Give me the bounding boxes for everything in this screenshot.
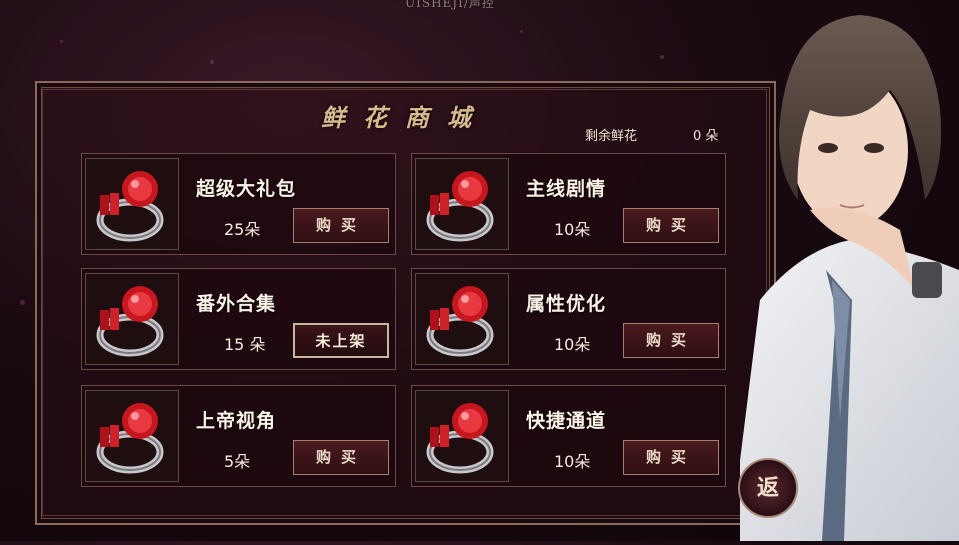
buy-button[interactable]: 购买 — [293, 208, 389, 243]
item-name: 上帝视角 — [196, 410, 277, 432]
shop-item-card: 上帝视角 5朵 购买 — [81, 385, 396, 487]
item-price: 10朵 — [554, 452, 591, 471]
remaining-flowers-value: 0 朵 — [693, 129, 719, 144]
remaining-flowers-label: 剩余鲜花 — [585, 129, 638, 144]
shop-item-card: 主线剧情 10朵 购买 — [411, 153, 726, 255]
background-sparkle — [20, 300, 25, 305]
ruby-ring-icon — [85, 390, 179, 482]
shop-item-card: 番外合集 15 朵 未上架 — [81, 268, 396, 370]
item-name: 主线剧情 — [526, 178, 607, 200]
buy-button[interactable]: 购买 — [623, 208, 719, 243]
shop-item-card: 属性优化 10朵 购买 — [411, 268, 726, 370]
item-name: 快捷通道 — [526, 410, 607, 432]
ruby-ring-icon — [85, 273, 179, 365]
remaining-flowers: 剩余鲜花 0 朵 — [585, 125, 718, 144]
ruby-ring-icon — [415, 390, 509, 482]
item-price: 25朵 — [224, 220, 261, 239]
item-price: 10朵 — [554, 335, 591, 354]
ruby-ring-icon — [415, 158, 509, 250]
buy-button[interactable]: 购买 — [623, 323, 719, 358]
item-price: 15 朵 — [224, 335, 266, 354]
not-available-button[interactable]: 未上架 — [293, 323, 389, 358]
item-price: 5朵 — [224, 452, 251, 471]
shop-item-card: 快捷通道 10朵 购买 — [411, 385, 726, 487]
background-sparkle — [660, 55, 664, 59]
ruby-ring-icon — [85, 158, 179, 250]
background-sparkle — [520, 30, 523, 33]
shop-item-card: 超级大礼包 25朵 购买 — [81, 153, 396, 255]
item-name: 超级大礼包 — [196, 178, 297, 200]
shop-title: 鲜花商城 — [321, 103, 489, 132]
item-name: 属性优化 — [526, 293, 607, 315]
top-caption: UISHEJI/声控 — [405, 0, 495, 10]
background-sparkle — [60, 40, 63, 43]
item-price: 10朵 — [554, 220, 591, 239]
ruby-ring-icon — [415, 273, 509, 365]
back-button[interactable]: 返 — [738, 458, 798, 518]
buy-button[interactable]: 购买 — [293, 440, 389, 475]
item-name: 番外合集 — [196, 293, 277, 315]
buy-button[interactable]: 购买 — [623, 440, 719, 475]
background-sparkle — [210, 60, 214, 64]
